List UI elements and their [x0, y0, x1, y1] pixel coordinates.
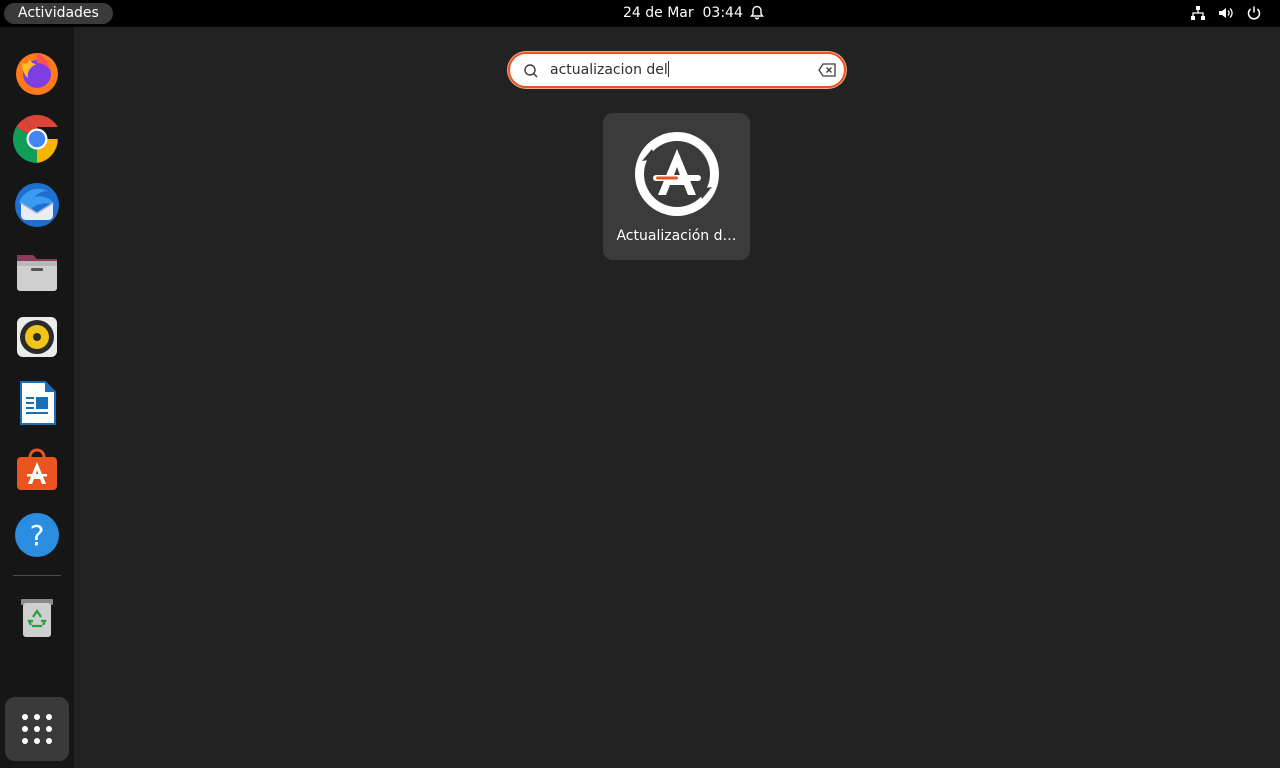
power-icon[interactable] [1246, 5, 1262, 21]
rhythmbox-icon [17, 317, 57, 357]
top-bar: Actividades 24 de Mar 03:44 [0, 0, 1280, 27]
clock-button[interactable]: 24 de Mar 03:44 [623, 0, 743, 27]
chrome-icon [13, 115, 58, 163]
files-icon [17, 255, 57, 291]
activities-button[interactable]: Actividades [4, 3, 113, 24]
clear-search-icon[interactable] [818, 63, 836, 77]
dock-item-writer[interactable] [10, 376, 64, 430]
search-icon [524, 64, 538, 78]
search-box[interactable]: actualizacion del [508, 52, 846, 88]
notification-bell-icon[interactable] [749, 5, 765, 21]
trash-icon [21, 599, 53, 637]
software-icon [17, 448, 57, 490]
network-icon[interactable] [1190, 5, 1206, 21]
dock-item-thunderbird[interactable] [10, 178, 64, 232]
dock-item-files[interactable] [10, 244, 64, 298]
text-caret [667, 61, 669, 77]
search-result-label: Actualización d… [616, 228, 737, 244]
search-text: actualizacion del [550, 61, 669, 78]
thunderbird-icon [15, 183, 59, 227]
dock-item-chrome[interactable] [10, 112, 64, 166]
app-grid-icon [22, 714, 52, 744]
show-applications-button[interactable] [5, 697, 69, 761]
firefox-icon [16, 53, 58, 95]
dock: ? [0, 27, 74, 768]
dock-item-firefox[interactable] [10, 46, 64, 100]
dock-separator [13, 575, 61, 576]
dock-item-trash[interactable] [10, 590, 64, 644]
dock-item-help[interactable]: ? [10, 508, 64, 562]
volume-icon[interactable] [1218, 5, 1234, 21]
software-updater-icon [635, 132, 719, 216]
writer-icon [20, 381, 56, 425]
svg-text:?: ? [30, 519, 45, 552]
dock-item-rhythmbox[interactable] [10, 310, 64, 364]
help-icon: ? [15, 513, 59, 557]
dock-item-software[interactable] [10, 442, 64, 496]
search-result-software-updater[interactable]: Actualización d… [603, 113, 750, 260]
